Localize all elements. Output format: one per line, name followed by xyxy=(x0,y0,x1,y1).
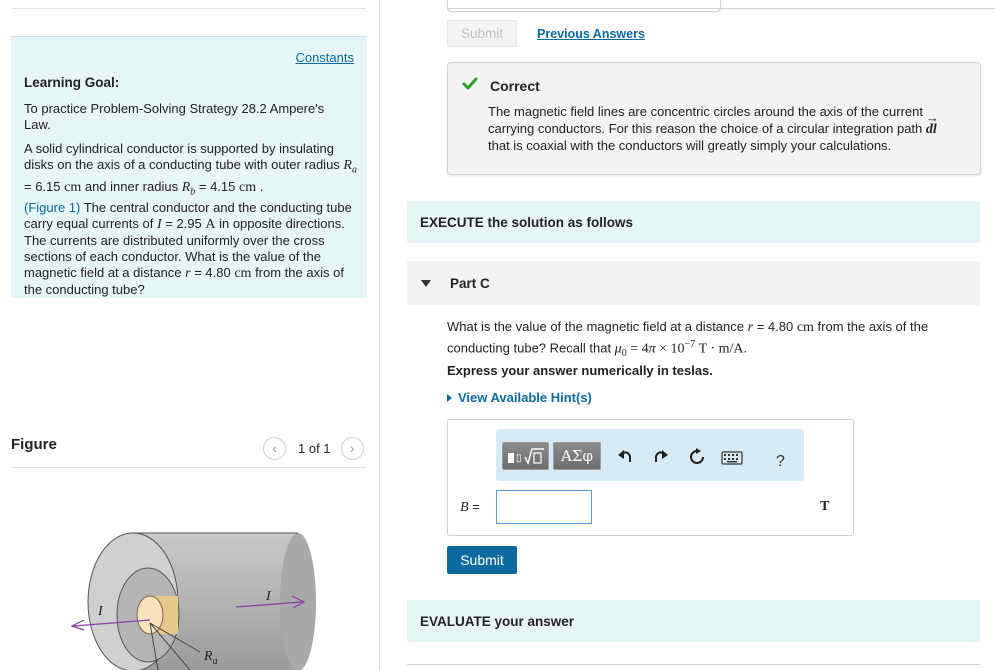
templates-icon: ▯ xyxy=(507,448,544,465)
symbols-button[interactable]: ΑΣφ xyxy=(553,442,601,470)
mu-units: T · m/A xyxy=(695,341,744,357)
submit-button[interactable]: Submit xyxy=(447,546,517,574)
coaxial-conductor-figure: I I Ra xyxy=(70,532,316,670)
chevron-right-icon: › xyxy=(349,440,355,456)
view-hints-toggle[interactable]: View Available Hint(s) xyxy=(447,390,592,405)
answer-variable-label: B = xyxy=(460,499,480,516)
divider xyxy=(12,467,366,468)
question-text: What is the value of the magnetic field … xyxy=(447,318,967,362)
learning-goal-box: Constants Learning Goal: To practice Pro… xyxy=(11,36,367,298)
divider xyxy=(447,8,995,9)
pager-text: 1 of 1 xyxy=(298,440,331,456)
feedback-box: Correct The magnetic field lines are con… xyxy=(447,62,981,175)
figure-label: Figure xyxy=(11,436,57,453)
ra-value: = 6.15 xyxy=(24,178,65,194)
learning-goal-title: Learning Goal: xyxy=(24,75,120,90)
central-conductor xyxy=(136,595,178,635)
divider xyxy=(407,664,980,665)
redo-icon[interactable] xyxy=(653,448,669,464)
feedback-text: The magnetic field lines are concentric … xyxy=(488,104,948,155)
ra-unit: cm xyxy=(64,179,82,195)
vector-arrow-icon: → xyxy=(925,109,939,125)
evaluate-label: EVALUATE your answer xyxy=(420,613,575,629)
rb-unit: cm xyxy=(238,179,257,195)
math-toolbar: ▯ ΑΣφ ? xyxy=(496,429,804,481)
exponent: −7 xyxy=(684,339,696,350)
r-value: = 4.80 xyxy=(753,319,797,334)
answer-variable-equals: = xyxy=(468,499,480,514)
mu-equals: = 4 xyxy=(626,341,649,357)
figure-pager: ‹ 1 of 1 › xyxy=(263,436,364,460)
ra-symbol: R xyxy=(343,158,352,173)
answer-entry-box: ▯ ΑΣφ ? B = T xyxy=(447,419,854,536)
answer-input[interactable] xyxy=(496,490,592,524)
problem-text: A solid cylindrical conductor is support… xyxy=(24,141,340,172)
previous-part-box xyxy=(447,0,721,12)
answer-variable-symbol: B xyxy=(460,500,469,515)
problem-text: . xyxy=(256,178,264,194)
problem-text: and inner radius xyxy=(81,178,182,194)
r-unit: cm xyxy=(234,266,252,282)
current-value: = 2.95 xyxy=(161,216,206,232)
templates-button[interactable]: ▯ xyxy=(502,442,549,470)
evaluate-section-header: EVALUATE your answer xyxy=(407,600,980,642)
r-unit: cm xyxy=(796,320,814,335)
prev-figure-button[interactable]: ‹ xyxy=(263,436,286,460)
caret-right-icon xyxy=(447,393,452,402)
hints-label: View Available Hint(s) xyxy=(458,390,592,405)
previous-answers-link[interactable]: Previous Answers xyxy=(537,27,645,41)
rb-value: = 4.15 xyxy=(195,178,239,194)
question-part: What is the value of the magnetic field … xyxy=(447,319,748,334)
dl-vector: → dl xyxy=(926,110,939,137)
mu-symbol: μ xyxy=(614,341,622,357)
ra-label-subscript: a xyxy=(213,656,218,667)
figure-link[interactable]: (Figure 1) xyxy=(24,200,80,215)
rb-symbol: R xyxy=(181,179,191,195)
feedback-status: Correct xyxy=(490,78,540,94)
undo-icon[interactable] xyxy=(617,448,633,464)
problem-statement: A solid cylindrical conductor is support… xyxy=(24,141,359,298)
execute-label: EXECUTE the solution as follows xyxy=(420,214,634,230)
problem-panel: Constants Learning Goal: To practice Pro… xyxy=(0,0,380,670)
submit-button-disabled: Submit xyxy=(447,20,517,47)
pi-symbol: π xyxy=(648,341,656,357)
next-figure-button[interactable]: › xyxy=(340,436,364,460)
answer-instruction: Express your answer numerically in tesla… xyxy=(447,363,713,378)
r-value: = 4.80 xyxy=(190,265,235,281)
caret-down-icon[interactable] xyxy=(421,279,431,287)
checkmark-icon xyxy=(462,77,478,90)
chevron-left-icon: ‹ xyxy=(272,440,277,456)
feedback-text-part: that is coaxial with the conductors will… xyxy=(488,138,892,153)
reset-icon[interactable] xyxy=(688,448,706,466)
constants-link[interactable]: Constants xyxy=(295,50,354,65)
ra-label-symbol: R xyxy=(203,649,213,664)
execute-section-header: EXECUTE the solution as follows xyxy=(407,201,980,243)
svg-text:▯: ▯ xyxy=(516,453,522,464)
ra-subscript: a xyxy=(351,164,357,176)
part-title: Part C xyxy=(450,275,490,291)
keyboard-icon[interactable] xyxy=(721,451,743,465)
question-end: . xyxy=(743,340,748,356)
help-icon[interactable]: ? xyxy=(776,453,785,471)
part-c-header[interactable]: Part C xyxy=(407,261,980,305)
learning-goal-intro: To practice Problem-Solving Strategy 28.… xyxy=(24,101,325,132)
feedback-text-part: The magnetic field lines are concentric … xyxy=(488,104,926,136)
current-unit: A xyxy=(205,217,216,233)
answer-unit: T xyxy=(820,499,830,514)
divider xyxy=(12,8,366,9)
times-ten: × 10 xyxy=(655,341,685,357)
